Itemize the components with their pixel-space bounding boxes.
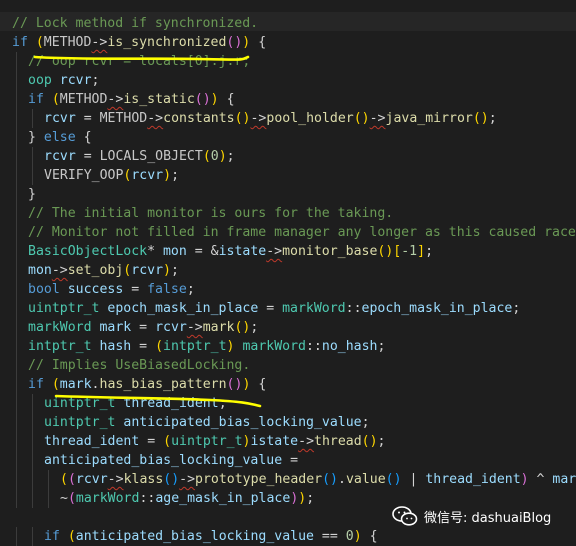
watermark: 微信号: dashuaiBlog: [392, 504, 551, 528]
highlight-underline-has-bias-pattern: [54, 394, 262, 408]
code-editor[interactable]: // Lock method if synchronized. if (METHO…: [0, 0, 576, 546]
watermark-text: 微信号: dashuaiBlog: [424, 510, 552, 526]
highlight-underline-is-synchronized: [33, 55, 250, 61]
wechat-icon: [392, 506, 418, 526]
handwritten-annotations: [33, 55, 262, 408]
